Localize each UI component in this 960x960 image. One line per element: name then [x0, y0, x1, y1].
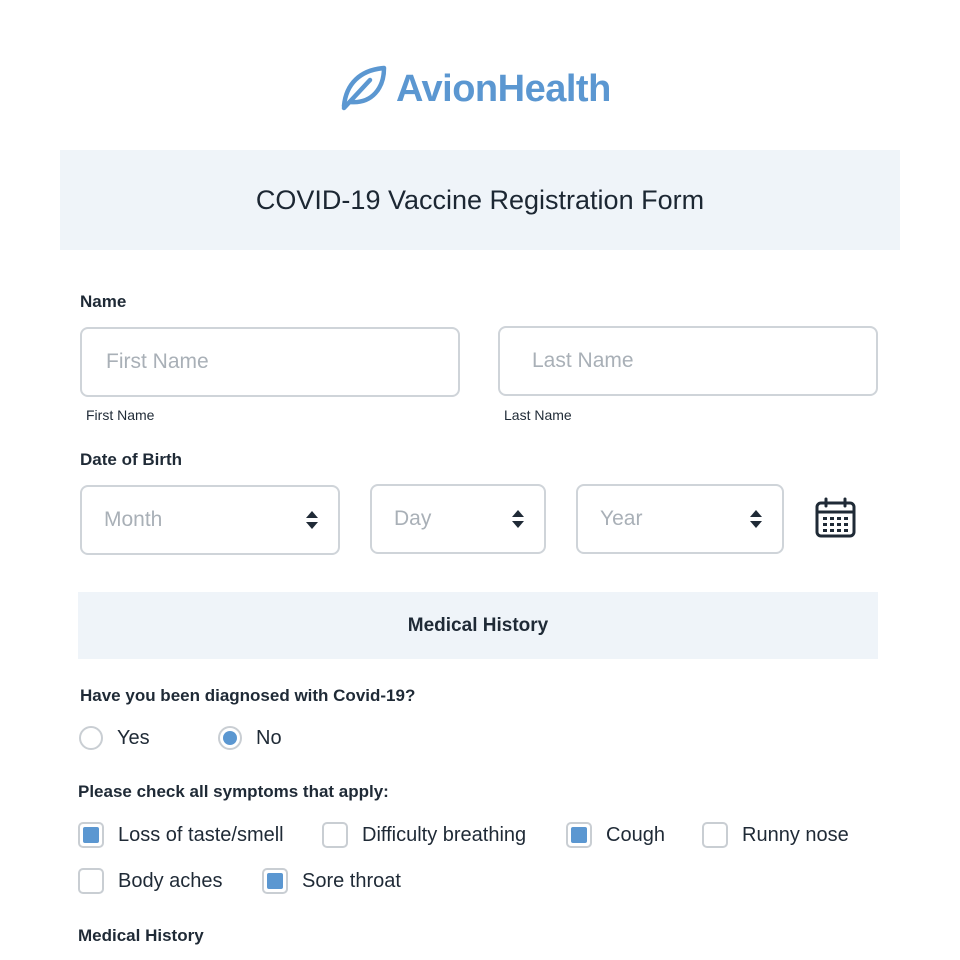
symptoms-question: Please check all symptoms that apply:: [78, 782, 389, 801]
month-placeholder: Month: [104, 508, 163, 531]
difficulty-breathing-checkbox[interactable]: [322, 822, 348, 848]
diagnosed-no-radio[interactable]: [218, 726, 242, 750]
year-select[interactable]: Year: [576, 484, 784, 554]
first-name-sublabel: First Name: [86, 407, 155, 423]
first-name-input[interactable]: [104, 349, 458, 375]
day-placeholder: Day: [394, 507, 432, 530]
brand-logo: AvionHealth: [338, 62, 611, 117]
diagnosed-no-label: No: [256, 726, 282, 749]
day-select[interactable]: Day: [370, 484, 546, 554]
symptom-difficulty-breathing[interactable]: Difficulty breathing: [322, 822, 526, 848]
first-name-field[interactable]: [80, 327, 460, 397]
form-header: COVID-19 Vaccine Registration Form: [60, 150, 900, 250]
loss-of-taste-label: Loss of taste/smell: [118, 823, 284, 846]
diagnosed-yes-label: Yes: [117, 726, 150, 749]
cough-checkbox[interactable]: [566, 822, 592, 848]
year-select-arrows-icon: [750, 510, 762, 528]
runny-nose-label: Runny nose: [742, 823, 849, 846]
dob-label: Date of Birth: [80, 450, 182, 469]
sore-throat-checkbox[interactable]: [262, 868, 288, 894]
difficulty-breathing-label: Difficulty breathing: [362, 823, 527, 846]
last-name-field[interactable]: [498, 326, 878, 396]
diagnosed-no-option[interactable]: No: [218, 726, 282, 750]
last-name-input[interactable]: [530, 348, 876, 374]
month-select[interactable]: Month: [80, 485, 340, 555]
medical-history-header: Medical History: [78, 592, 878, 659]
symptom-cough[interactable]: Cough: [566, 822, 665, 848]
leaf-icon: [338, 62, 388, 117]
loss-of-taste-checkbox[interactable]: [78, 822, 104, 848]
diagnosed-yes-option[interactable]: Yes: [79, 726, 150, 750]
body-aches-label: Body aches: [118, 869, 223, 892]
year-placeholder: Year: [600, 507, 643, 530]
brand-name: AvionHealth: [396, 68, 611, 110]
cough-label: Cough: [606, 823, 665, 846]
last-name-sublabel: Last Name: [504, 407, 572, 423]
symptom-body-aches[interactable]: Body aches: [78, 868, 223, 894]
diagnosed-yes-radio[interactable]: [79, 726, 103, 750]
symptom-loss-of-taste[interactable]: Loss of taste/smell: [78, 822, 284, 848]
runny-nose-checkbox[interactable]: [702, 822, 728, 848]
symptom-runny-nose[interactable]: Runny nose: [702, 822, 849, 848]
sore-throat-label: Sore throat: [302, 869, 401, 892]
diagnosed-question: Have you been diagnosed with Covid-19?: [80, 686, 416, 705]
symptom-sore-throat[interactable]: Sore throat: [262, 868, 401, 894]
calendar-icon[interactable]: [814, 497, 858, 546]
medical-history-label: Medical History: [78, 926, 204, 945]
name-label: Name: [80, 292, 127, 311]
day-select-arrows-icon: [512, 510, 524, 528]
body-aches-checkbox[interactable]: [78, 868, 104, 894]
form-title: COVID-19 Vaccine Registration Form: [255, 184, 705, 215]
month-select-arrows-icon: [306, 511, 318, 529]
medical-history-title: Medical History: [407, 614, 549, 636]
